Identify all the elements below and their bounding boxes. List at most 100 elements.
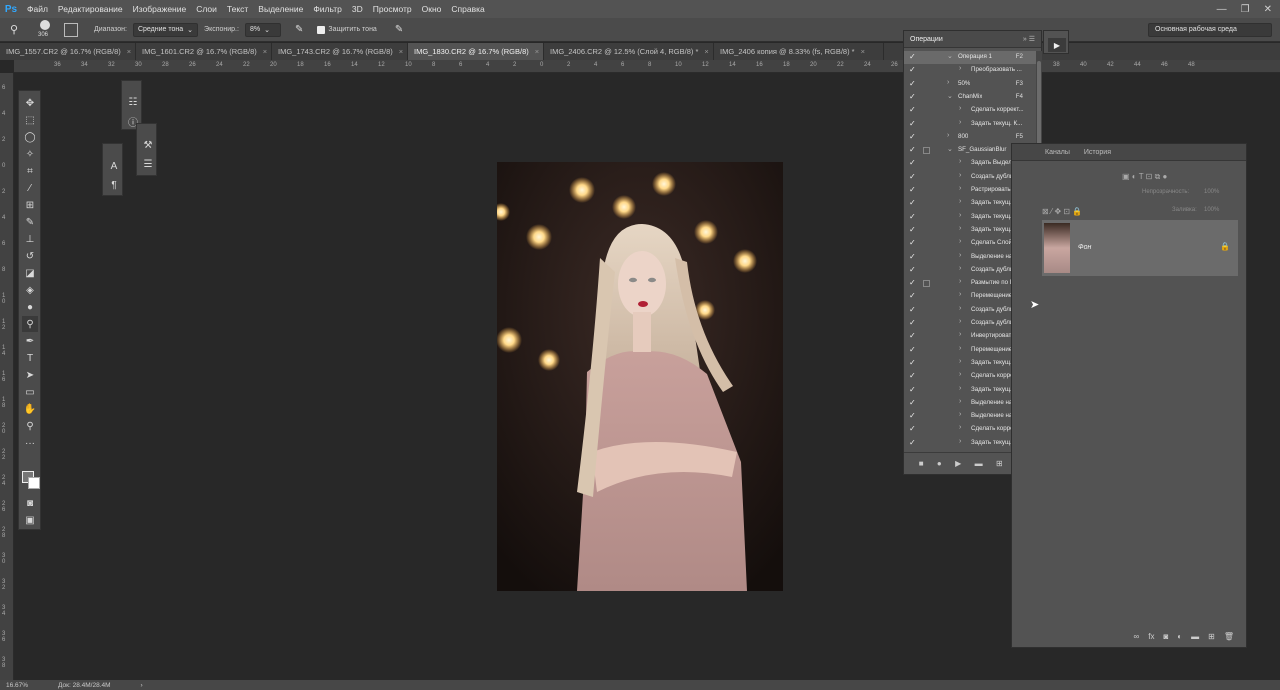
chevron-right-icon[interactable]: › [959,385,961,392]
checkmark-icon[interactable]: ✓ [909,305,916,314]
checkmark-icon[interactable]: ✓ [909,398,916,407]
eyedropper-icon[interactable]: ⁄ [22,180,38,196]
dialog-toggle-icon[interactable] [923,280,930,288]
checkmark-icon[interactable]: ✓ [909,252,916,261]
menu-filter[interactable]: Фильтр [308,0,347,18]
checkmark-icon[interactable]: ✓ [909,291,916,300]
menu-help[interactable]: Справка [446,0,489,18]
chevron-right-icon[interactable]: › [959,318,961,325]
checkmark-icon[interactable]: ✓ [909,172,916,181]
chevron-right-icon[interactable]: › [959,172,961,179]
menu-edit[interactable]: Редактирование [53,0,128,18]
chevron-right-icon[interactable]: › [959,291,961,298]
chevron-right-icon[interactable]: › [947,132,949,139]
hand-tool-icon[interactable]: ✋ [22,401,38,417]
link-icon[interactable]: ∞ [1134,632,1140,641]
background-color-swatch[interactable] [28,477,40,489]
chevron-right-icon[interactable]: › [959,358,961,365]
chevron-right-icon[interactable]: › [947,79,949,86]
action-row[interactable]: ✓ › 50% F3 [904,78,1037,91]
checkmark-icon[interactable]: ✓ [909,331,916,340]
zoom-level[interactable]: 16.67% [6,682,28,689]
quick-mask-icon[interactable]: ◙ [22,495,38,511]
doc-tab[interactable]: IMG_1743.CR2 @ 16.7% (RGB/8) × [272,43,408,60]
checkmark-icon[interactable]: ✓ [909,145,916,154]
panel-menu-icon[interactable]: » ☰ [1023,35,1035,43]
paint-bucket-icon[interactable]: ◈ [22,282,38,298]
checkmark-icon[interactable]: ✓ [909,105,916,114]
doc-tab[interactable]: IMG_1601.CR2 @ 16.7% (RGB/8) × [136,43,272,60]
checkmark-icon[interactable]: ✓ [909,318,916,327]
checkmark-icon[interactable]: ✓ [909,278,916,287]
history-brush-icon[interactable]: ↺ [22,248,38,264]
action-row[interactable]: ✓ › Сделать коррект... [904,104,1037,117]
action-row[interactable]: ✓ › Задать текущ. К... [904,118,1037,131]
group-icon[interactable]: ▬ [1191,632,1199,641]
checkmark-icon[interactable]: ✓ [909,238,916,247]
exposure-field[interactable]: 8% ⌄ [244,22,281,37]
chevron-right-icon[interactable]: › [959,65,961,72]
chevron-right-icon[interactable]: › [959,411,961,418]
checkmark-icon[interactable]: ✓ [909,411,916,420]
new-set-icon[interactable]: ▬ [975,459,983,468]
chevron-right-icon[interactable]: › [959,424,961,431]
brush-tool-icon[interactable]: ✎ [22,214,38,230]
chevron-down-icon[interactable]: ⌄ [947,92,953,100]
layer-filter-icons[interactable]: ▣ ◐ T ⊡ ⧉ ● [1122,172,1167,182]
lock-icons[interactable]: ⊠ ⁄ ✥ ⊡ 🔒 [1042,207,1082,216]
move-tool-icon[interactable]: ✥ [22,95,38,111]
play-button[interactable]: ▶ [1048,38,1066,52]
chevron-right-icon[interactable]: › [959,185,961,192]
close-button[interactable]: ✕ [1264,4,1272,15]
menu-3d[interactable]: 3D [347,0,368,18]
brush-settings-icon[interactable]: ⚒ [140,137,156,153]
new-layer-icon[interactable]: ⊞ [1208,632,1215,641]
checkmark-icon[interactable]: ✓ [909,132,916,141]
path-selection-icon[interactable]: ➤ [22,367,38,383]
menu-layers[interactable]: Слои [191,0,222,18]
crop-tool-icon[interactable]: ⌗ [22,163,38,179]
checkmark-icon[interactable]: ✓ [909,158,916,167]
fx-icon[interactable]: fx [1148,632,1154,641]
more-tools-icon[interactable]: ··· [22,435,38,451]
type-tool-icon[interactable]: T [22,350,38,366]
checkmark-icon[interactable]: ✓ [909,65,916,74]
canvas-image[interactable] [497,162,783,591]
rectangle-tool-icon[interactable]: ▭ [22,384,38,400]
maximize-button[interactable]: ❐ [1241,4,1250,15]
chevron-right-icon[interactable]: › [959,331,961,338]
checkmark-icon[interactable]: ✓ [909,385,916,394]
delete-icon[interactable]: 🗑 [1224,632,1234,641]
healing-brush-icon[interactable]: ⊞ [22,197,38,213]
menu-image[interactable]: Изображение [128,0,192,18]
chevron-right-icon[interactable]: › [959,265,961,272]
menu-window[interactable]: Окно [417,0,447,18]
airbrush-icon[interactable]: ✎ [295,24,303,35]
chevron-right-icon[interactable]: › [959,158,961,165]
checkmark-icon[interactable]: ✓ [909,198,916,207]
fill-value[interactable]: 100% [1204,207,1219,213]
dodge-tool-icon[interactable]: ⚲ [22,316,38,332]
action-row[interactable]: ✓ ⌄ Операция 1 F2 [904,51,1037,65]
mask-icon[interactable]: ◙ [1163,632,1168,641]
action-row[interactable]: ✓ ⌄ ChanMix F4 [904,91,1037,104]
chevron-right-icon[interactable]: › [959,345,961,352]
chevron-right-icon[interactable]: › [959,438,961,445]
stamp-tool-icon[interactable]: ⊥ [22,231,38,247]
checkmark-icon[interactable]: ✓ [909,345,916,354]
chevron-right-icon[interactable]: › [959,305,961,312]
menu-file[interactable]: Файл [22,0,53,18]
checkmark-icon[interactable]: ✓ [909,424,916,433]
brush-panel-icon[interactable] [64,22,78,37]
doc-tab[interactable]: IMG_2406.CR2 @ 12.5% (Слой 4, RGB/8) * × [544,43,714,60]
doc-tab[interactable]: IMG_2406 копия @ 8.33% (fs, RGB/8) * × [714,43,884,60]
pressure-icon[interactable]: ✎ [395,24,403,35]
range-select[interactable]: Средние тона ⌄ [132,22,199,37]
eraser-icon[interactable]: ◪ [22,265,38,281]
chevron-right-icon[interactable]: › [959,238,961,245]
checkmark-icon[interactable]: ✓ [909,52,916,61]
layer-row-background[interactable]: Фон 🔒 [1042,220,1238,276]
checkmark-icon[interactable]: ✓ [909,225,916,234]
chevron-right-icon[interactable]: › [959,225,961,232]
workspace-select[interactable]: Основная рабочая среда [1148,23,1272,37]
